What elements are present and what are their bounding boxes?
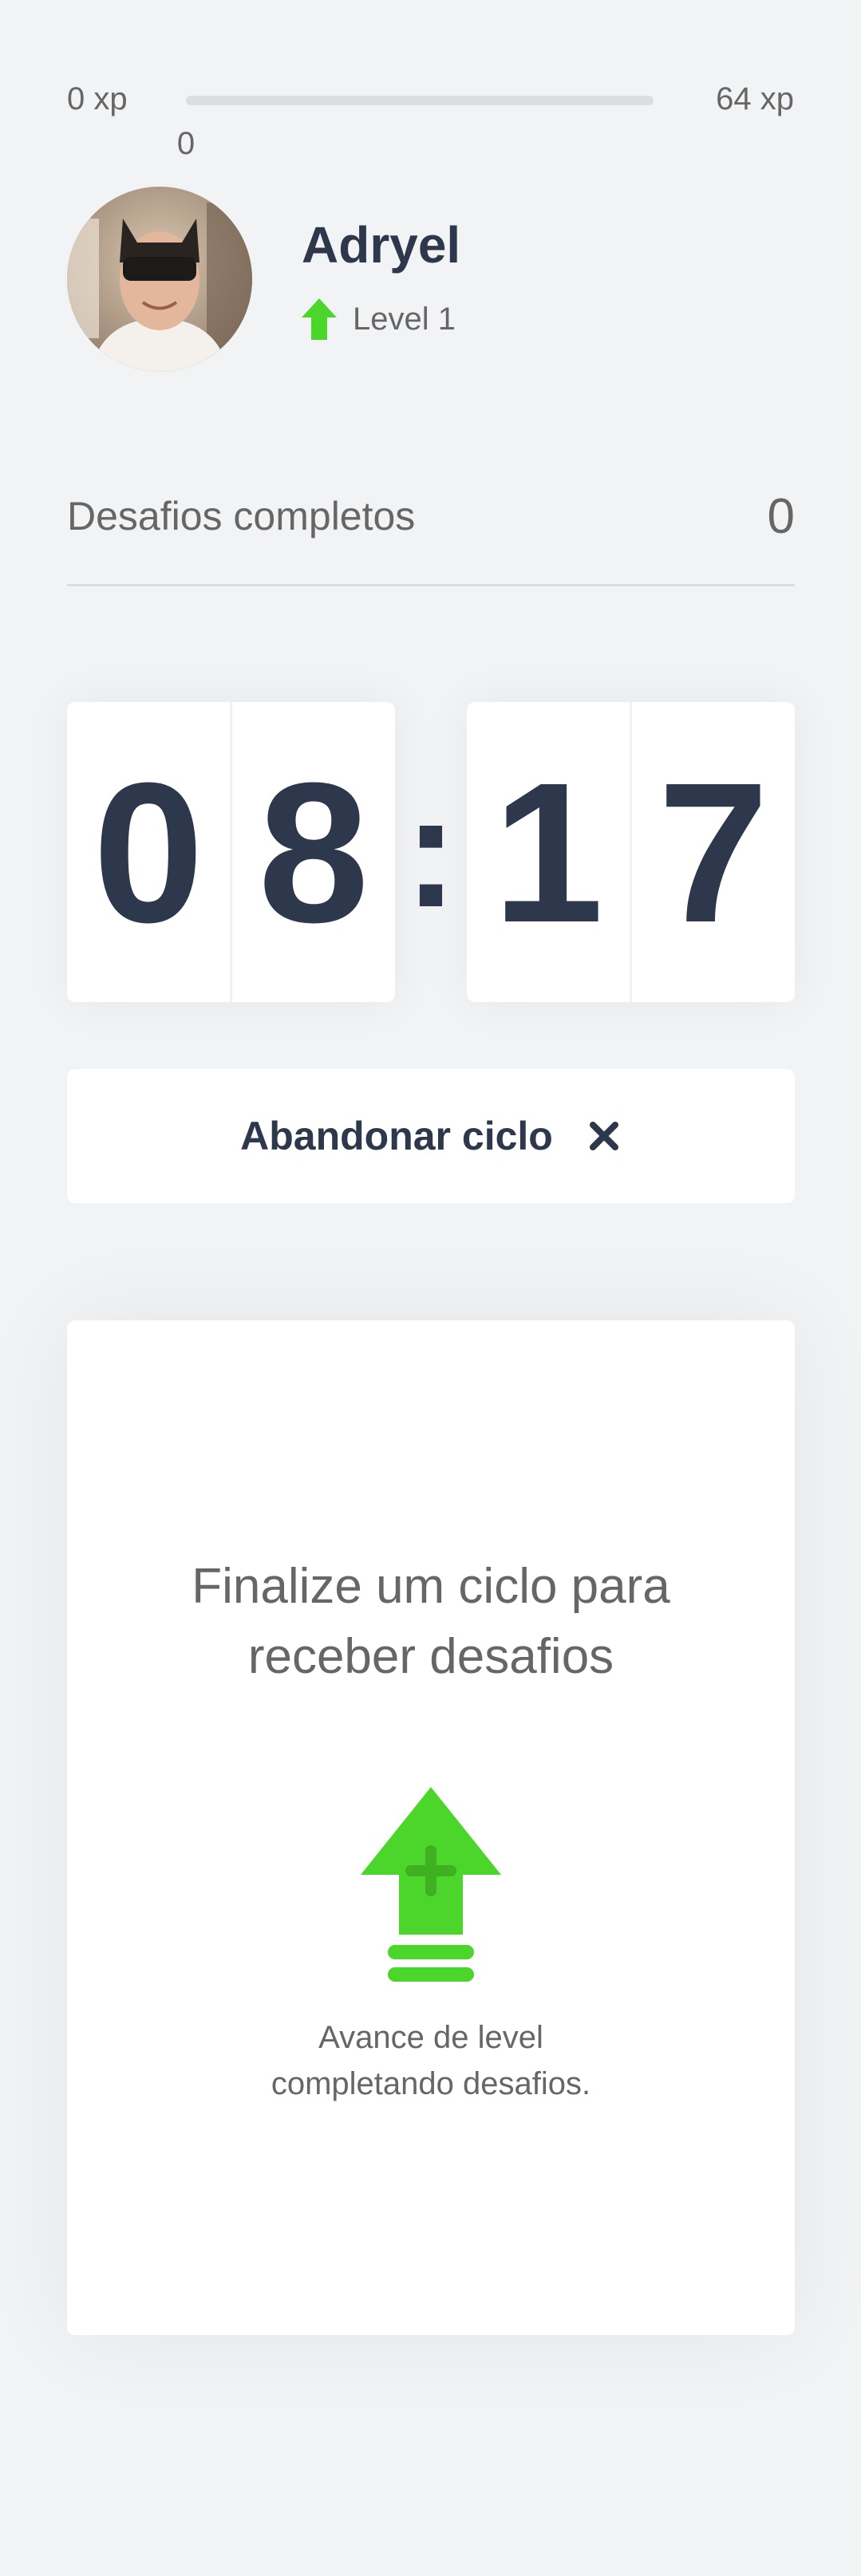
xp-end-label: 64 xp — [716, 81, 794, 116]
challenge-box-hint: Avance de level completando desafios. — [67, 2014, 795, 2107]
countdown-timer: 0 8 : 1 7 — [67, 702, 795, 1002]
abandon-cycle-label: Abandonar ciclo — [240, 1114, 553, 1158]
user-level: Level 1 — [302, 295, 456, 343]
challenge-box: Finalize um ciclo para receber desafios … — [67, 1320, 795, 2335]
seconds-tens-digit: 1 — [492, 740, 604, 964]
seconds-box: 1 7 — [467, 702, 795, 1002]
completed-challenges-count: 0 — [767, 489, 795, 544]
challenge-box-title-line: Finalize um ciclo para — [192, 1559, 670, 1614]
minutes-box: 0 8 — [67, 702, 395, 1002]
xp-current-label: 0 — [176, 126, 196, 161]
challenge-box-title: Finalize um ciclo para receber desafios — [67, 1552, 795, 1692]
challenge-box-hint-line: completando desafios. — [271, 2066, 591, 2101]
user-name: Adryel — [302, 216, 461, 274]
minutes-tens-digit: 0 — [93, 740, 204, 964]
xp-progress-track — [186, 96, 654, 105]
avatar — [67, 187, 252, 372]
minutes-ones-digit: 8 — [258, 740, 369, 964]
challenge-box-hint-line: Avance de level — [318, 2020, 543, 2055]
level-up-icon — [361, 1787, 501, 1982]
avatar-photo — [67, 187, 252, 372]
seconds-ones-digit: 7 — [658, 740, 769, 964]
abandon-cycle-button[interactable]: Abandonar ciclo — [67, 1069, 795, 1203]
timer-separator: : — [404, 763, 458, 941]
close-icon — [589, 1122, 618, 1150]
level-label: Level 1 — [353, 301, 456, 337]
experience-bar: 0 xp 0 64 xp — [0, 0, 861, 176]
completed-challenges: Desafios completos 0 — [67, 479, 795, 586]
xp-start-label: 0 xp — [67, 81, 128, 116]
completed-challenges-label: Desafios completos — [67, 494, 416, 538]
challenge-box-title-line: receber desafios — [247, 1629, 614, 1684]
level-up-arrow-icon — [302, 298, 337, 340]
